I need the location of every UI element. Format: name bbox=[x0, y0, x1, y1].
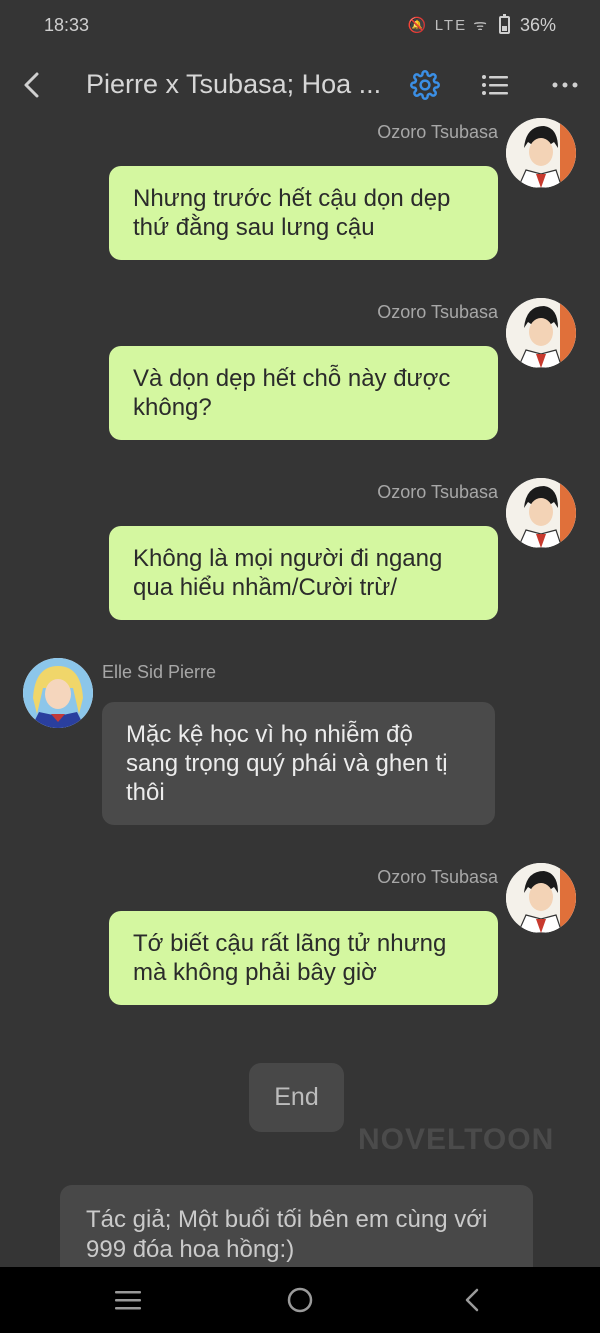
message-bubble: Tớ biết cậu rất lãng tử nhưng mà không p… bbox=[109, 911, 498, 1005]
message-sender: Ozoro Tsubasa bbox=[377, 122, 498, 142]
more-button[interactable] bbox=[547, 67, 583, 103]
menu-lines-icon bbox=[115, 1291, 141, 1310]
avatar-tsubasa-icon bbox=[506, 118, 576, 188]
avatar[interactable] bbox=[506, 863, 576, 933]
message-sender: Elle Sid Pierre bbox=[102, 662, 217, 682]
message-bubble: Và dọn dẹp hết chỗ này được không? bbox=[109, 346, 498, 440]
chevron-left-icon bbox=[24, 72, 39, 98]
status-time: 18:33 bbox=[44, 14, 90, 35]
gear-icon bbox=[410, 70, 440, 100]
avatar-pierre-icon bbox=[23, 658, 93, 728]
chat-title: Pierre x Tsubasa; Hoa ... bbox=[86, 69, 382, 99]
list-icon bbox=[482, 75, 508, 95]
circle-home-icon bbox=[287, 1287, 313, 1313]
avatar-tsubasa-icon bbox=[506, 478, 576, 548]
message-sender: Ozoro Tsubasa bbox=[377, 302, 498, 322]
message-sender: Ozoro Tsubasa bbox=[377, 867, 498, 887]
recent-apps-button[interactable] bbox=[108, 1280, 148, 1320]
system-nav-bar bbox=[0, 1267, 600, 1333]
battery-icon bbox=[498, 14, 510, 34]
avatar[interactable] bbox=[506, 118, 576, 188]
top-app-bar: Pierre x Tsubasa; Hoa ... bbox=[0, 55, 600, 115]
avatar[interactable] bbox=[506, 298, 576, 368]
message-bubble: Nhưng trước hết cậu dọn dẹp thứ đằng sau… bbox=[109, 166, 498, 260]
message-bubble: Mặc kệ học vì họ nhiễm độ sang trọng quý… bbox=[102, 702, 495, 825]
end-button[interactable]: End bbox=[249, 1063, 344, 1132]
chapter-list-button[interactable] bbox=[477, 67, 513, 103]
chevron-left-icon bbox=[465, 1288, 479, 1312]
avatar[interactable] bbox=[506, 478, 576, 548]
avatar-tsubasa-icon bbox=[506, 863, 576, 933]
system-back-button[interactable] bbox=[452, 1280, 492, 1320]
avatar-tsubasa-icon bbox=[506, 298, 576, 368]
noveltoon-watermark: NOVELTOON bbox=[358, 1123, 555, 1156]
home-button[interactable] bbox=[280, 1280, 320, 1320]
settings-button[interactable] bbox=[407, 67, 443, 103]
status-icons: 🔕 LTE ᯤ bbox=[407, 17, 489, 34]
avatar[interactable] bbox=[23, 658, 93, 728]
message-sender: Ozoro Tsubasa bbox=[377, 482, 498, 502]
back-button[interactable] bbox=[14, 65, 48, 105]
message-bubble: Không là mọi người đi ngang qua hiểu nhầ… bbox=[109, 526, 498, 620]
status-bar: 18:33 🔕 LTE ᯤ 36% bbox=[0, 0, 600, 50]
battery-percent: 36% bbox=[519, 14, 556, 35]
more-horizontal-icon bbox=[552, 82, 578, 88]
status-right: 🔕 LTE ᯤ 36% bbox=[407, 14, 556, 36]
